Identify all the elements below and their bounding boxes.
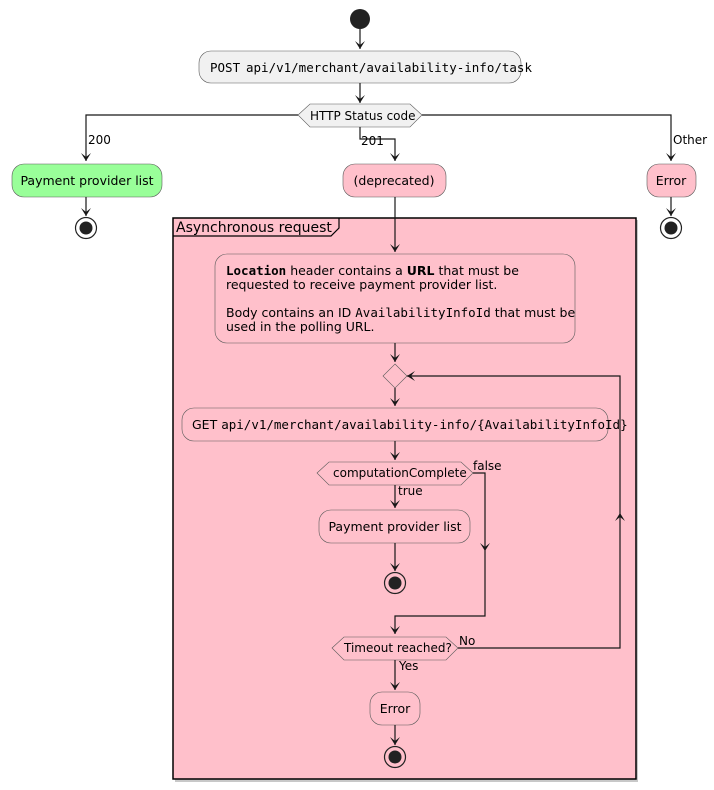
start-node (350, 9, 370, 29)
inner-payment-provider-list-action[interactable]: Payment provider list (318, 509, 471, 544)
http-status-decision: HTTP Status code (297, 103, 423, 128)
action-label: Error (656, 173, 687, 188)
post-method: POST (210, 60, 241, 75)
frame-title: Asynchronous request (176, 220, 332, 236)
url-keyword: URL (407, 263, 435, 278)
get-method: GET (192, 417, 218, 432)
guard-yes: Yes (398, 659, 418, 673)
note-line-1: Location header contains a URL that must… (226, 263, 519, 278)
get-action[interactable]: GET api/v1/merchant/availability-info/{A… (181, 407, 628, 442)
location-note-action[interactable]: Location header contains a URL that must… (214, 253, 575, 344)
guard-false: false (473, 459, 502, 473)
timeout-decision: Timeout reached? (331, 636, 459, 661)
post-action[interactable]: POST api/v1/merchant/availability-info/t… (198, 50, 532, 84)
end-node (383, 745, 407, 769)
post-path: api/v1/merchant/availability-info/task (246, 60, 532, 75)
end-node (659, 216, 683, 240)
error-action[interactable]: Error (646, 163, 697, 198)
computation-complete-decision: computationComplete (316, 461, 474, 486)
decision-label: computationComplete (333, 466, 467, 480)
note-line-4: used in the polling URL. (226, 319, 375, 334)
text: Body contains an ID (226, 305, 355, 320)
guard-201: 201 (361, 134, 384, 148)
activity-diagram: POST api/v1/merchant/availability-info/t… (11, 9, 707, 782)
text: that must be (434, 263, 519, 278)
edge-other (422, 114, 672, 161)
get-path: api/v1/merchant/availability-info/{Avail… (221, 417, 627, 432)
guard-200: 200 (88, 133, 111, 147)
timeout-error-action[interactable]: Error (369, 691, 421, 726)
get-label: GET api/v1/merchant/availability-info/{A… (192, 417, 628, 432)
action-label: Error (380, 701, 411, 716)
action-label: Payment provider list (20, 173, 153, 188)
decision-label: Timeout reached? (343, 641, 452, 655)
text: header contains a (286, 263, 407, 278)
edge-200 (85, 114, 298, 161)
deprecated-action[interactable]: (deprecated) (342, 163, 447, 198)
text: that must be (491, 305, 576, 320)
guard-other: Other (673, 133, 707, 147)
end-node (74, 216, 98, 240)
availability-info-id: AvailabilityInfoId (355, 305, 490, 320)
note-line-2: requested to receive payment provider li… (226, 277, 497, 292)
guard-true: true (398, 484, 423, 498)
action-label: (deprecated) (354, 173, 435, 188)
end-node (383, 571, 407, 595)
payment-provider-list-action[interactable]: Payment provider list (11, 163, 163, 198)
note-line-3: Body contains an ID AvailabilityInfoId t… (226, 305, 575, 320)
decision-label: HTTP Status code (310, 109, 416, 123)
action-label: Payment provider list (328, 519, 461, 534)
location-keyword: Location (226, 263, 286, 278)
guard-no: No (459, 634, 475, 648)
